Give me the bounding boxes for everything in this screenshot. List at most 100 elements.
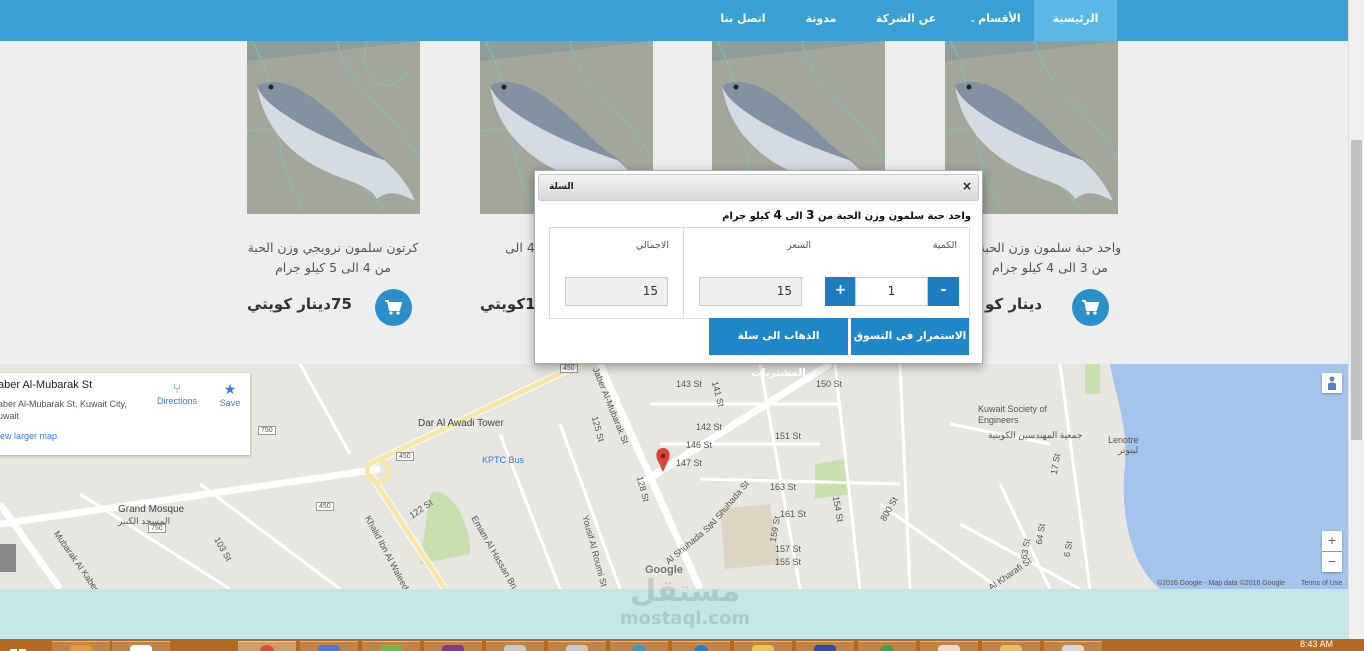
map-place-address: aber Al-Mubarak St, Kuwait City, uwait	[0, 399, 127, 421]
view-larger-map-link[interactable]: iew larger map	[0, 431, 57, 441]
windows-taskbar: 8:43 AM	[0, 639, 1364, 651]
price-column: السعر 15	[683, 228, 825, 318]
quantity-input[interactable]: 1	[855, 277, 928, 306]
modal-product-description: واحد حبة سلمون وزن الحبة من 3 الى 4 كيلو…	[549, 208, 971, 222]
product-name: واحد حبة سلمون وزن الحبة من 3 الى 4 كيلو…	[978, 240, 1122, 275]
taskbar-app[interactable]	[672, 641, 730, 651]
quantity-header: الكمية	[932, 240, 957, 251]
add-to-cart-button[interactable]	[1072, 289, 1109, 326]
map-label: Dar Al Awadi Tower	[418, 418, 504, 429]
app-icon	[442, 645, 464, 651]
page-scrollbar[interactable]	[1348, 0, 1364, 639]
taskbar-app[interactable]	[920, 641, 978, 651]
app-icon	[938, 645, 960, 651]
map-place-card: aber Al-Mubarak St aber Al-Mubarak St, K…	[0, 373, 250, 455]
desc-part: الى	[781, 211, 807, 222]
total-header: الاجمالي	[635, 240, 669, 251]
map-terms-link[interactable]: Terms of Use	[1301, 580, 1342, 587]
map-label: KPTC Bus	[482, 455, 525, 465]
price-field: 15	[699, 277, 802, 306]
app-icon	[814, 645, 836, 651]
directions-button[interactable]: ⑂ Directions	[152, 381, 202, 406]
directions-label: Directions	[156, 396, 197, 406]
windows-start-icon[interactable]	[8, 642, 36, 651]
top-navbar: الرئيسية الأقسام⌄ عن الشركة مدونة اتصل ب…	[0, 0, 1348, 41]
map-label: 143 St	[676, 379, 703, 389]
chevron-down-icon: ⌄	[969, 15, 977, 24]
map-label: 161 St	[780, 509, 807, 519]
taskbar-app[interactable]	[858, 641, 916, 651]
continue-shopping-button[interactable]: الاستمرار فى التسوق	[851, 318, 969, 355]
map-label: 157 St	[775, 544, 802, 554]
price-header: السعر	[787, 240, 811, 251]
taskbar-app[interactable]	[1044, 641, 1102, 651]
nav-item-blog[interactable]: مدونة	[796, 0, 846, 41]
taskbar-app[interactable]	[982, 641, 1040, 651]
app-icon	[1062, 645, 1084, 651]
save-label: Save	[219, 398, 241, 408]
add-to-cart-button[interactable]	[375, 289, 412, 326]
map-label: 147 St	[676, 458, 703, 468]
app-icon	[70, 645, 92, 651]
map-label: Kuwait Society of Engineers	[978, 404, 1048, 425]
zoom-in-button[interactable]: +	[1322, 531, 1342, 551]
map-place-title: aber Al-Mubarak St	[0, 379, 93, 391]
app-icon	[632, 645, 646, 651]
map-label: 146 St	[686, 440, 713, 450]
map-label: 151 St	[775, 431, 802, 441]
taskbar-app[interactable]	[610, 641, 668, 651]
taskbar-app[interactable]	[300, 641, 358, 651]
close-icon[interactable]: ×	[962, 179, 972, 193]
map-label: 155 St	[775, 557, 802, 567]
app-icon	[504, 645, 526, 651]
taskbar-app[interactable]	[548, 641, 606, 651]
app-icon	[380, 645, 402, 651]
product-image[interactable]	[247, 41, 420, 214]
map-label: 150 St	[816, 379, 843, 389]
app-icon	[318, 645, 340, 651]
taskbar-app[interactable]	[52, 641, 110, 651]
app-icon	[880, 645, 894, 651]
taskbar-app[interactable]	[424, 641, 482, 651]
taskbar-clock: 8:43 AM	[1300, 639, 1334, 649]
taskbar-app[interactable]	[112, 641, 170, 651]
map-route-badge: 750	[148, 524, 166, 533]
app-icon	[130, 645, 152, 651]
nav-item-categories[interactable]: الأقسام⌄	[958, 0, 1032, 41]
watermark-en: mostaql.com	[619, 608, 751, 629]
chrome-icon	[260, 645, 274, 651]
cart-modal: السلة × واحد حبة سلمون وزن الحبة من 3 ال…	[534, 170, 983, 379]
map-label: 163 St	[770, 482, 797, 492]
pegman-icon[interactable]	[1322, 373, 1342, 393]
zoom-out-button[interactable]: −	[1322, 552, 1342, 572]
star-icon: ★	[223, 381, 237, 397]
quantity-plus-button[interactable]: +	[825, 277, 856, 306]
total-column: الاجمالي 15	[550, 228, 683, 318]
taskbar-app-chrome[interactable]	[238, 641, 296, 651]
quantity-minus-button[interactable]: -	[928, 277, 959, 306]
taskbar-app[interactable]	[486, 641, 544, 651]
map-label: Lenotre	[1108, 435, 1139, 445]
taskbar-app[interactable]	[734, 641, 792, 651]
taskbar-app[interactable]	[796, 641, 854, 651]
map-label: جمعية المهندسين الكويتية	[988, 430, 1083, 440]
desc-part: كيلو جرام	[722, 211, 774, 222]
embedded-map[interactable]: aber Al-Mubarak St aber Al-Mubarak St, K…	[0, 364, 1348, 589]
map-route-badge: 450	[396, 452, 414, 461]
app-icon	[1000, 645, 1022, 651]
go-to-cart-button[interactable]: الذهاب الى سلة المشتريات	[709, 318, 848, 379]
taskbar-app[interactable]	[362, 641, 420, 651]
watermark: مستقل mostaql.com	[600, 575, 770, 629]
nav-item-home[interactable]: الرئيسية	[1034, 0, 1117, 41]
nav-item-about[interactable]: عن الشركة	[870, 0, 942, 41]
scrollbar-thumb[interactable]	[1351, 140, 1362, 440]
nav-item-contact[interactable]: اتصل بنا	[712, 0, 774, 41]
cart-icon	[1082, 300, 1099, 315]
desc-part: واحد حبة سلمون وزن الحبة من	[814, 211, 971, 222]
satellite-thumbnail[interactable]	[0, 544, 16, 572]
modal-title: السلة	[549, 182, 574, 192]
modal-header: السلة ×	[538, 174, 979, 201]
map-label: Grand Mosque	[118, 504, 185, 515]
product-card: كرتون سلمون نرويجي وزن الحبة من 4 الى 5 …	[247, 41, 427, 341]
save-place-button[interactable]: ★ Save	[205, 381, 255, 408]
